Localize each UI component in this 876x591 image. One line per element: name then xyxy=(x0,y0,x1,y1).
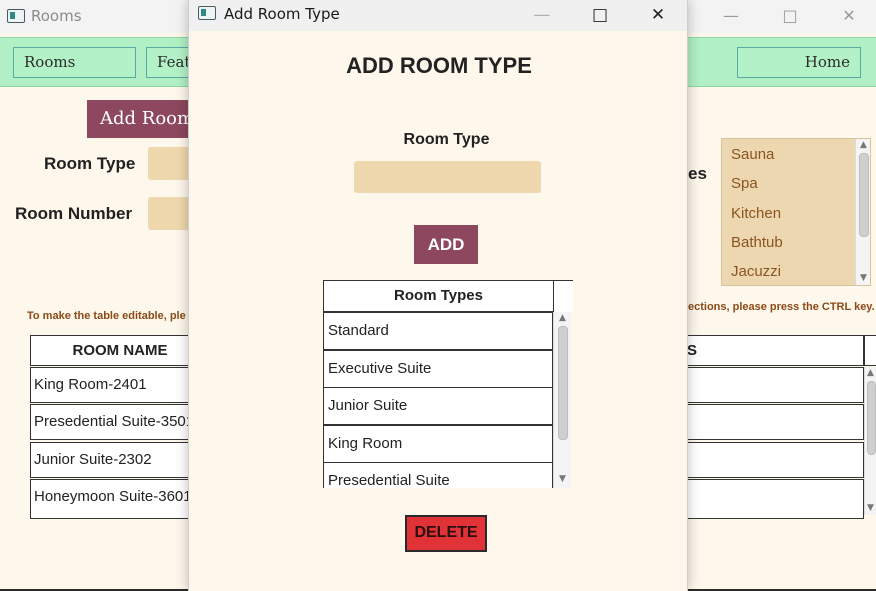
feature-item[interactable]: Jacuzzi xyxy=(731,263,781,280)
table-row[interactable]: Standard xyxy=(323,312,553,350)
room-name-column-header[interactable]: ROOM NAME xyxy=(30,335,210,366)
nav-rooms-button[interactable]: Rooms xyxy=(13,47,136,78)
dialog-window-icon xyxy=(198,6,216,20)
add-button[interactable]: ADD xyxy=(414,225,478,264)
scroll-down-icon[interactable]: ▼ xyxy=(865,503,876,513)
dialog-title: Add Room Type xyxy=(224,5,340,23)
scroll-down-icon[interactable]: ▼ xyxy=(554,474,571,484)
feature-item[interactable]: Spa xyxy=(731,175,758,192)
table-row[interactable]: Executive Suite xyxy=(323,350,553,388)
table-header-filler xyxy=(553,280,573,312)
scroll-up-icon[interactable]: ▲ xyxy=(856,140,870,150)
table-row[interactable]: King Room-2401 xyxy=(30,367,210,403)
edit-table-hint: To make the table editable, ple xyxy=(27,310,186,322)
dialog-heading: ADD ROOM TYPE xyxy=(346,53,532,78)
table-row[interactable]: Presedential Suite-3501 xyxy=(30,404,210,440)
table-row[interactable]: King Room xyxy=(323,425,553,463)
table-scrollbar[interactable]: ▲ ▼ xyxy=(864,367,876,515)
table-row-features-cell[interactable] xyxy=(686,479,864,519)
feature-item[interactable]: Sauna xyxy=(731,146,774,163)
minimize-icon[interactable]: — xyxy=(716,4,746,28)
features-column-header[interactable]: S xyxy=(686,335,864,366)
main-window-title: Rooms xyxy=(31,7,82,25)
features-scrollbar[interactable]: ▲ ▼ xyxy=(855,139,870,285)
table-row-features-cell[interactable] xyxy=(686,367,864,403)
table-row[interactable]: Presedential Suite xyxy=(323,462,553,488)
delete-button[interactable]: DELETE xyxy=(405,515,487,552)
room-type-label: Room Type xyxy=(403,131,490,148)
scroll-down-icon[interactable]: ▼ xyxy=(856,273,870,283)
room-types-column-header[interactable]: Room Types xyxy=(323,280,554,312)
nav-home-button[interactable]: Home xyxy=(737,47,861,78)
close-icon[interactable]: ✕ xyxy=(642,3,674,27)
room-types-table: Room Types Standard Executive Suite Juni… xyxy=(323,280,573,488)
features-label: es xyxy=(688,164,707,183)
table-scroll-thumb[interactable] xyxy=(867,381,876,455)
features-scroll-thumb[interactable] xyxy=(859,153,869,237)
app-window-icon xyxy=(7,9,25,23)
feature-item[interactable]: Kitchen xyxy=(731,205,781,222)
table-row-features-cell[interactable] xyxy=(686,404,864,440)
add-room-type-dialog: Add Room Type — □ ✕ ADD ROOM TYPE Room T… xyxy=(188,0,688,591)
feature-item[interactable]: Bathtub xyxy=(731,234,783,251)
table-row[interactable]: Junior Suite xyxy=(323,387,553,425)
table-row[interactable]: Honeymoon Suite-3601 xyxy=(30,479,210,519)
maximize-icon[interactable]: □ xyxy=(584,3,616,27)
table-header-filler xyxy=(864,335,876,366)
room-types-scrollbar[interactable]: ▲ ▼ xyxy=(553,312,571,488)
scroll-up-icon[interactable]: ▲ xyxy=(865,368,876,378)
scroll-up-icon[interactable]: ▲ xyxy=(554,313,571,323)
room-number-label: Room Number xyxy=(15,204,133,223)
room-type-label: Room Type xyxy=(44,154,136,173)
table-row[interactable]: Junior Suite-2302 xyxy=(30,442,210,478)
room-type-input[interactable] xyxy=(354,161,541,193)
dialog-title-bar[interactable]: Add Room Type — □ ✕ xyxy=(189,0,687,31)
table-row-features-cell[interactable] xyxy=(686,442,864,478)
multi-select-hint: ections, please press the CTRL key. xyxy=(688,301,875,313)
features-list[interactable]: Sauna Spa Kitchen Bathtub Jacuzzi ▲ ▼ xyxy=(721,138,871,286)
room-types-scroll-thumb[interactable] xyxy=(558,326,568,440)
close-icon[interactable]: ✕ xyxy=(834,4,864,28)
minimize-icon[interactable]: — xyxy=(526,3,558,27)
maximize-icon[interactable]: □ xyxy=(775,4,805,28)
